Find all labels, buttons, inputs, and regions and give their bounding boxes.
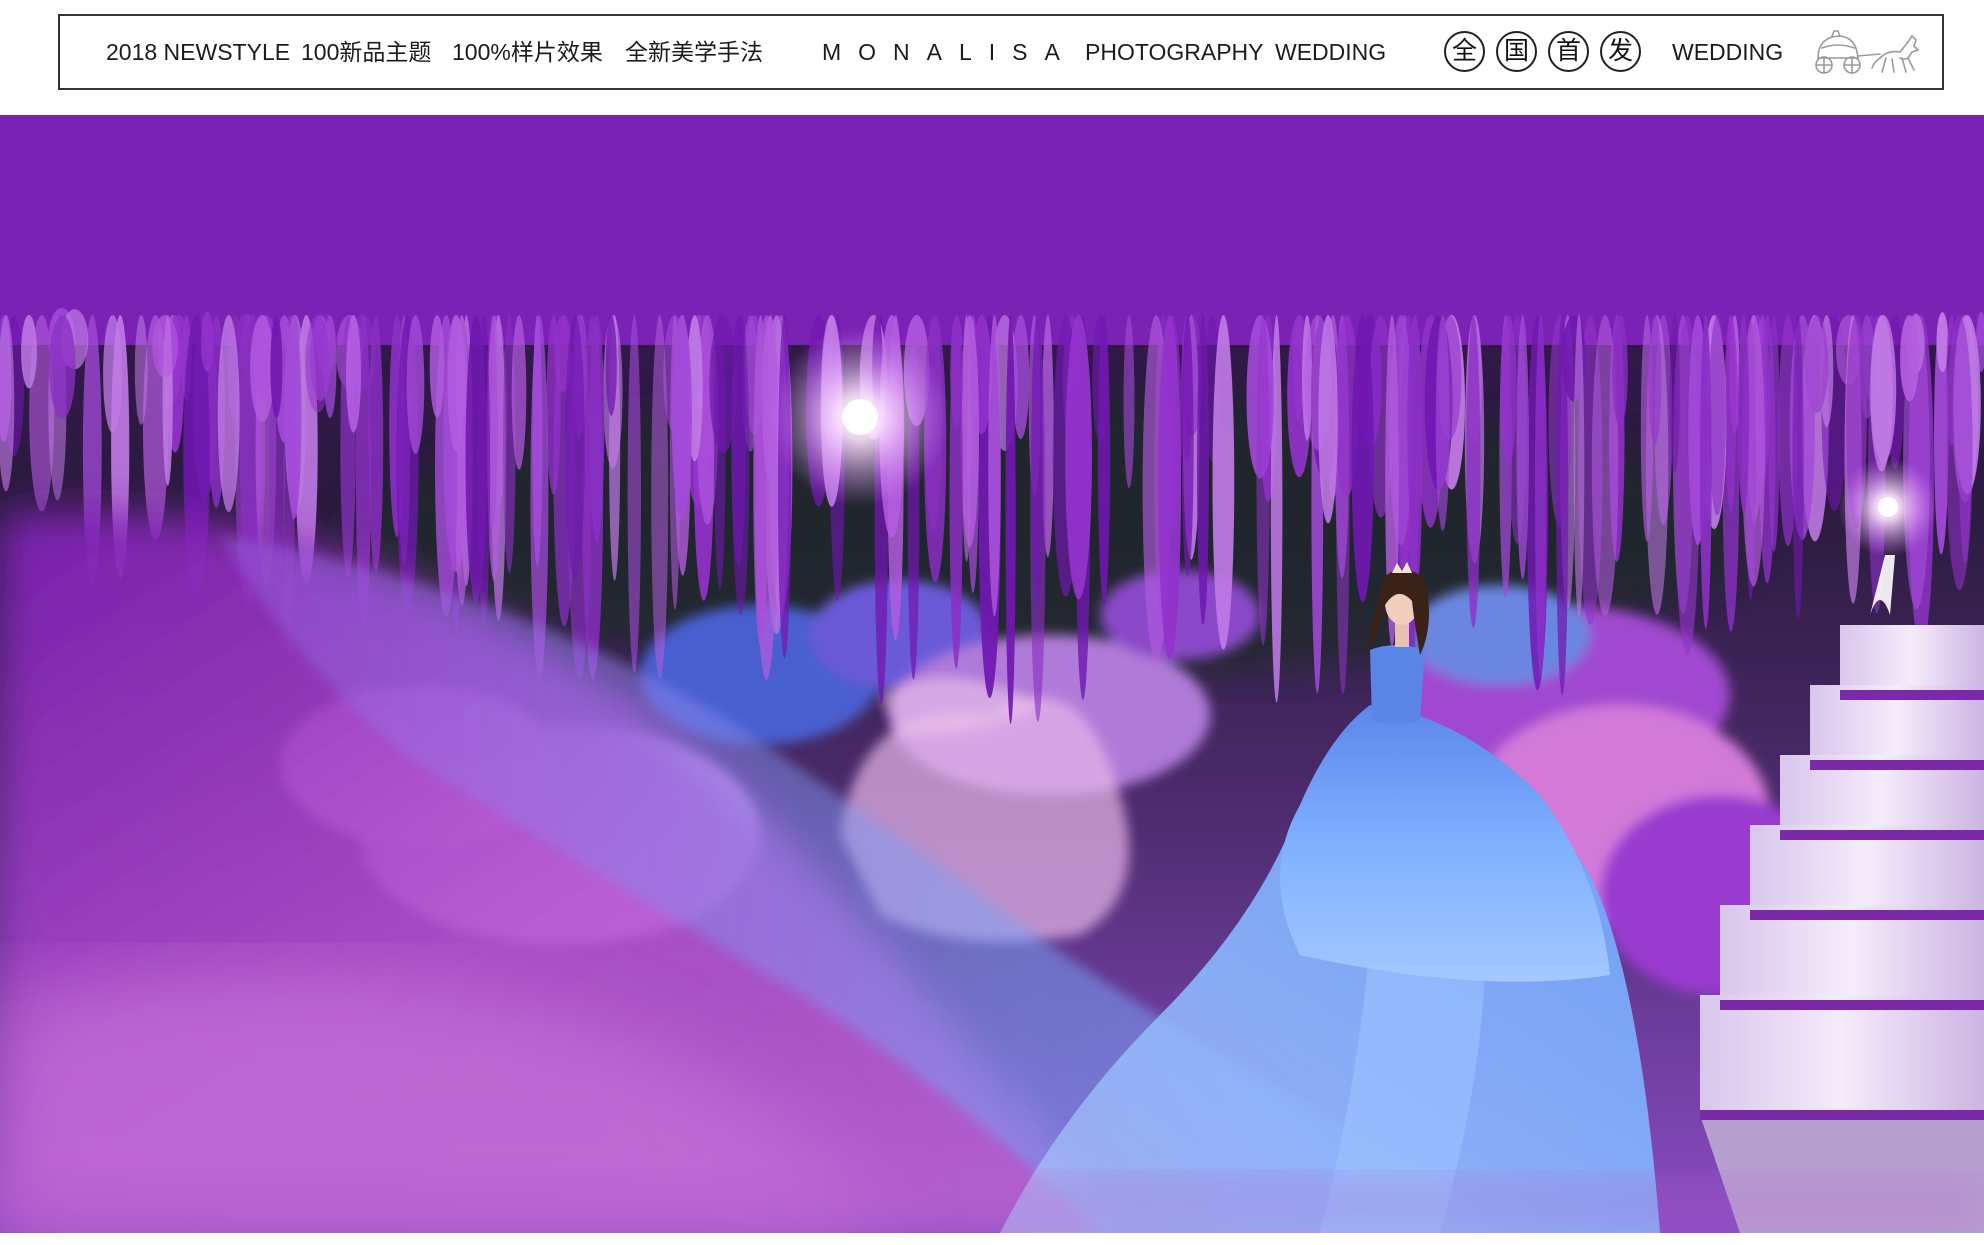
wisteria-strand [1005, 315, 1016, 725]
wedding-text-right: WEDDING [1672, 39, 1784, 65]
wisteria-strand [1738, 315, 1750, 513]
effect-text: 100%样片效果 [452, 39, 603, 65]
wisteria-strand [152, 315, 179, 378]
wisteria-strand [1123, 315, 1135, 489]
wisteria-strand [1700, 315, 1712, 629]
wisteria-strand [21, 315, 37, 389]
wisteria-strand [1946, 315, 1973, 591]
wisteria-strand [286, 315, 302, 520]
wisteria-strand [949, 315, 963, 669]
release-char-3: 首 [1548, 31, 1589, 72]
wisteria-strand [511, 315, 527, 470]
wedding-text-left: WEDDING [1275, 39, 1387, 65]
wisteria-strand [1435, 315, 1450, 531]
wisteria-strand [651, 315, 669, 679]
wisteria-strand [1351, 315, 1374, 603]
newstyle-text: 2018 NEWSTYLE [106, 39, 291, 65]
wisteria-strand [477, 315, 491, 628]
wisteria-strand [960, 315, 979, 548]
wisteria-strand [589, 315, 605, 542]
wisteria-strand [1318, 315, 1338, 524]
method-text: 全新美学手法 [625, 39, 763, 65]
brand-name: MONALISA [822, 39, 1077, 65]
wisteria-strand [1466, 315, 1481, 628]
wisteria-strand [1065, 315, 1092, 600]
wedding-photo-art [0, 115, 1984, 1233]
wisteria-strand [1516, 315, 1529, 580]
wisteria-strand [1181, 315, 1194, 577]
wisteria-strand [1792, 315, 1804, 620]
wisteria-strand [1669, 315, 1680, 473]
wisteria-strand [429, 315, 445, 418]
wisteria-strand [103, 315, 123, 433]
wisteria-strand [134, 315, 148, 425]
wisteria-strand [200, 311, 214, 372]
wisteria-strand [406, 315, 425, 454]
wisteria-strand [1534, 315, 1547, 676]
wisteria-strand [1212, 315, 1235, 650]
wisteria-strand [1158, 315, 1181, 660]
wisteria-strand [447, 315, 466, 452]
header-banner: 2018 NEWSTYLE 100新品主题 100%样片效果 全新美学手法 MO… [58, 14, 1944, 90]
wisteria-strand [1256, 315, 1270, 646]
wisteria-strand [731, 315, 746, 565]
wisteria-strand [1031, 315, 1044, 604]
wisteria-strand [605, 315, 617, 416]
wisteria-strand [217, 315, 240, 513]
wisteria-strand [627, 315, 641, 673]
carriage-icon [1815, 30, 1920, 74]
wisteria-strand [565, 315, 585, 579]
release-char-2: 国 [1496, 31, 1537, 72]
wisteria-strand [1407, 315, 1423, 541]
release-char-1: 全 [1444, 31, 1485, 72]
themes-text: 100新品主题 [301, 39, 432, 65]
wedding-photo [0, 115, 1984, 1233]
wisteria-strand [714, 315, 726, 589]
wisteria-strand [1197, 315, 1209, 625]
release-badges: 全 国 首 发 [1444, 31, 1641, 72]
wisteria-strand [1725, 315, 1737, 512]
wisteria-strand [368, 315, 384, 572]
wisteria-strand [1870, 315, 1893, 472]
wisteria-strand [270, 315, 283, 419]
wisteria-strand [305, 315, 331, 413]
wisteria-strand [346, 315, 361, 433]
release-char-4: 发 [1600, 31, 1641, 72]
wisteria-strand [1097, 315, 1111, 605]
photography-text: PHOTOGRAPHY [1085, 39, 1264, 65]
wisteria-strand [1612, 315, 1628, 427]
wisteria-strand [1573, 315, 1585, 618]
wisteria-strand [671, 315, 692, 520]
wisteria-strand [49, 315, 76, 419]
wisteria-strand [753, 315, 769, 646]
wisteria-strand [988, 315, 1001, 617]
wisteria-strand [1900, 315, 1919, 402]
wisteria-strand [1648, 315, 1662, 445]
